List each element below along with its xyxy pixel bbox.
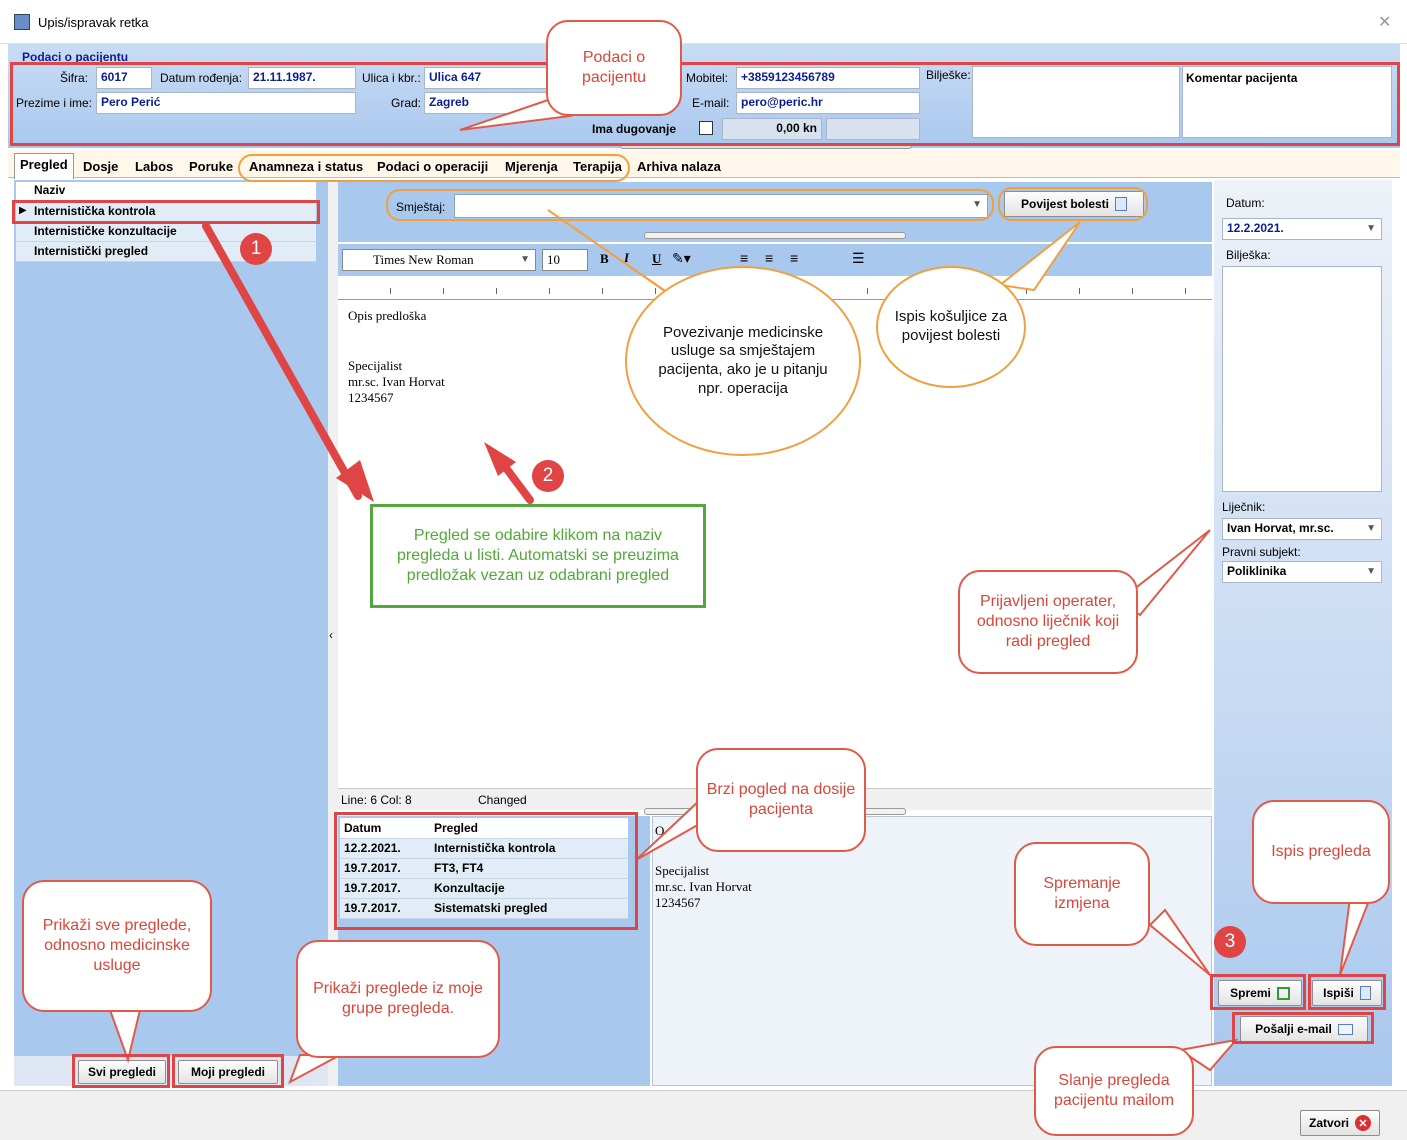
callout-mine: Prikaži preglede iz moje grupe pregleda. [296,940,500,1058]
callout-dossier: Brzi pogled na dosije pacijenta [696,748,866,852]
callout-patient: Podaci o pacijentu [546,20,682,116]
callout-link: Povezivanje medicinske usluge sa smješta… [625,266,861,456]
step-number: 2 [532,460,564,492]
callout-mail: Slanje pregleda pacijentu mailom [1034,1046,1194,1136]
step-number: 3 [1214,926,1246,958]
callout-history: Ispis košuljice za povijest bolesti [876,266,1026,388]
callout-operator: Prijavljeni operater, odnosno liječnik k… [958,570,1138,674]
callout-select: Pregled se odabire klikom na naziv pregl… [370,504,706,608]
step-number: 1 [240,233,272,265]
callout-print: Ispis pregleda [1252,800,1390,904]
callout-save: Spremanje izmjena [1014,842,1150,946]
callout-all: Prikaži sve preglede, odnosno medicinske… [22,880,212,1012]
